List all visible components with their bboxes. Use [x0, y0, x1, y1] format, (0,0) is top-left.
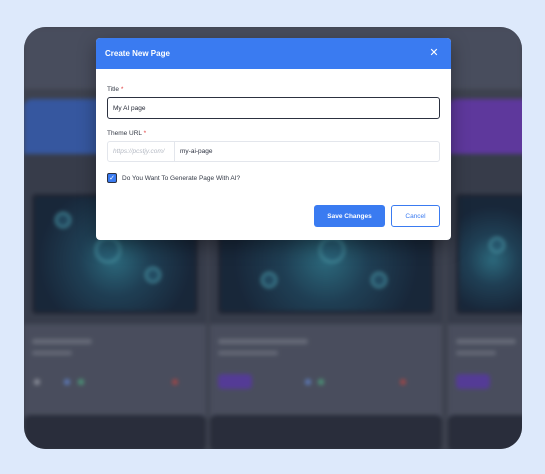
- modal-body: Title * My AI page Theme URL * https://p…: [96, 86, 451, 185]
- generate-ai-label: Do You Want To Generate Page With AI?: [122, 174, 241, 182]
- create-page-modal: Create New Page ✕ Title * My AI page The…: [96, 38, 451, 240]
- title-label-text: Title: [107, 86, 120, 93]
- save-changes-button[interactable]: Save Changes: [314, 205, 385, 227]
- generate-ai-row: ✓ Do You Want To Generate Page With AI?: [107, 171, 440, 185]
- url-slug-input[interactable]: my-ai-page: [175, 142, 213, 161]
- modal-header: Create New Page ✕: [96, 38, 451, 69]
- url-prefix: https://pcstjy.com/: [108, 142, 175, 161]
- required-mark: *: [120, 86, 124, 93]
- cancel-button[interactable]: Cancel: [391, 205, 440, 227]
- close-icon[interactable]: ✕: [427, 47, 441, 61]
- title-input[interactable]: My AI page: [107, 97, 440, 119]
- theme-url-label: Theme URL *: [107, 130, 440, 137]
- title-input-value: My AI page: [113, 104, 146, 112]
- required-mark: *: [143, 130, 147, 137]
- theme-url-field: https://pcstjy.com/ my-ai-page: [107, 141, 440, 162]
- modal-actions: Save Changes Cancel: [314, 205, 440, 227]
- generate-ai-checkbox[interactable]: ✓: [107, 173, 117, 183]
- title-label: Title *: [107, 86, 440, 93]
- theme-url-label-text: Theme URL: [107, 130, 142, 137]
- modal-title: Create New Page: [105, 49, 170, 58]
